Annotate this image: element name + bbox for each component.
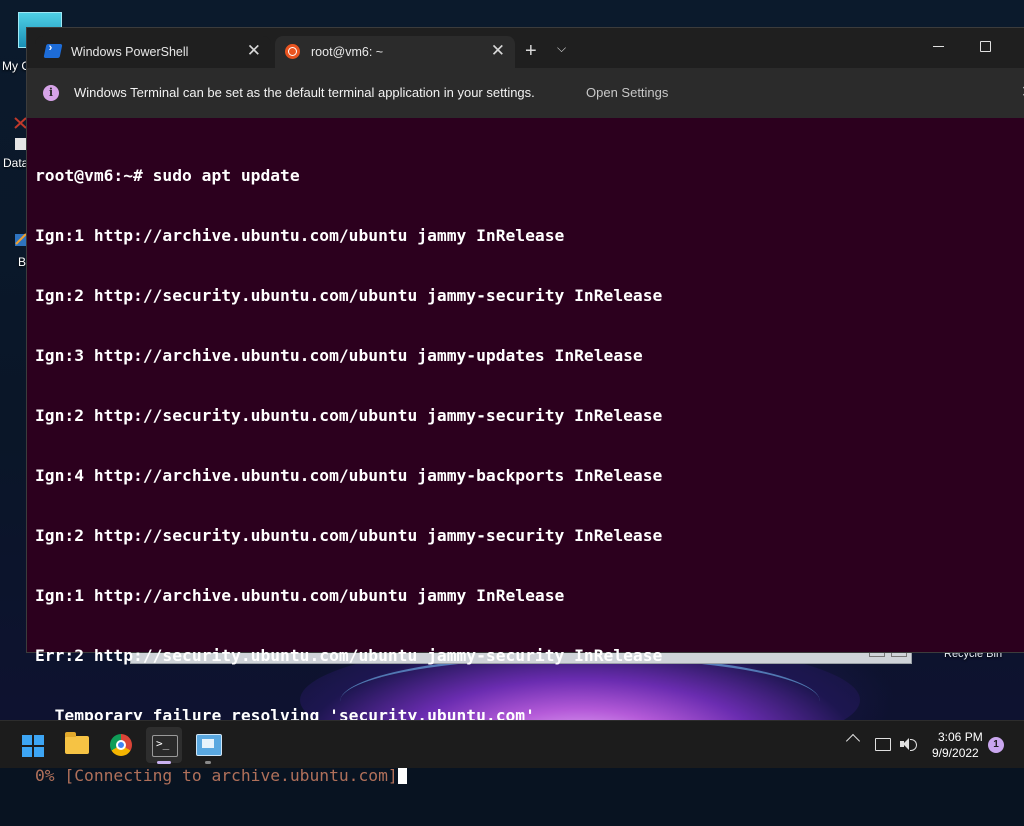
- close-tab-icon[interactable]: ✕: [491, 41, 505, 61]
- powershell-icon: ›: [43, 42, 63, 58]
- remote-desktop-icon: [196, 734, 222, 756]
- progress-text: 0% [Connecting to archive.ubuntu.com]: [35, 766, 398, 785]
- tab-label: Windows PowerShell: [71, 45, 189, 59]
- info-icon: i: [43, 85, 59, 101]
- console-line: Ign:3 http://archive.ubuntu.com/ubuntu j…: [35, 346, 643, 365]
- console-line: Ign:1 http://archive.ubuntu.com/ubuntu j…: [35, 586, 565, 605]
- taskbar-file-explorer[interactable]: [59, 727, 95, 763]
- tab-windows-powershell[interactable]: › Windows PowerShell ✕: [35, 36, 271, 68]
- folder-icon: [65, 732, 89, 754]
- taskbar-remote-desktop[interactable]: [190, 727, 226, 764]
- progress-line: 0% [Connecting to archive.ubuntu.com]: [35, 766, 1015, 786]
- close-tab-icon[interactable]: ✕: [247, 41, 261, 61]
- start-button[interactable]: [14, 727, 50, 763]
- console-line: Ign:2 http://security.ubuntu.com/ubuntu …: [35, 286, 663, 305]
- console-line: Ign:2 http://security.ubuntu.com/ubuntu …: [35, 526, 663, 545]
- terminal-icon: [152, 735, 178, 757]
- new-tab-button[interactable]: +: [525, 38, 537, 64]
- console-line: Err:2 http://security.ubuntu.com/ubuntu …: [35, 646, 663, 665]
- tab-label: root@vm6: ~: [311, 45, 384, 59]
- ubuntu-icon: [285, 44, 300, 59]
- taskbar: 3:06 PM 9/9/2022 1: [0, 720, 1024, 768]
- show-hidden-icons-icon[interactable]: [845, 733, 861, 749]
- terminal-window: › Windows PowerShell ✕ root@vm6: ~ ✕ + ⌵…: [26, 27, 1024, 785]
- desktop-icon-label: B: [18, 255, 27, 269]
- infobar-message: Windows Terminal can be set as the defau…: [74, 85, 535, 100]
- volume-icon[interactable]: [900, 737, 917, 751]
- chrome-icon: [110, 734, 132, 756]
- notification-badge[interactable]: 1: [988, 737, 1004, 753]
- maximize-icon[interactable]: [973, 34, 997, 58]
- console-line: Ign:1 http://archive.ubuntu.com/ubuntu j…: [35, 226, 565, 245]
- console-line: root@vm6:~# sudo apt update: [35, 166, 300, 185]
- running-indicator: [205, 761, 211, 764]
- default-terminal-infobar: i Windows Terminal can be set as the def…: [27, 68, 1024, 118]
- tab-dropdown-icon[interactable]: ⌵: [557, 41, 566, 56]
- windows-start-icon: [22, 735, 44, 757]
- taskbar-terminal[interactable]: [146, 727, 182, 764]
- open-settings-link[interactable]: Open Settings: [586, 85, 668, 100]
- console-line: Ign:2 http://security.ubuntu.com/ubuntu …: [35, 406, 663, 425]
- clock-date[interactable]: 9/9/2022: [932, 746, 979, 760]
- desktop-icon-label: Data: [3, 156, 29, 170]
- network-icon[interactable]: [875, 738, 891, 751]
- text-cursor: [397, 766, 407, 784]
- minimize-icon[interactable]: [927, 34, 951, 58]
- tab-root-vm6[interactable]: root@vm6: ~ ✕: [275, 36, 515, 68]
- active-indicator: [157, 761, 171, 764]
- console-line: Ign:4 http://archive.ubuntu.com/ubuntu j…: [35, 466, 663, 485]
- clock-time[interactable]: 3:06 PM: [938, 730, 983, 744]
- taskbar-chrome[interactable]: [103, 727, 139, 763]
- title-bar[interactable]: › Windows PowerShell ✕ root@vm6: ~ ✕ + ⌵: [27, 28, 1024, 68]
